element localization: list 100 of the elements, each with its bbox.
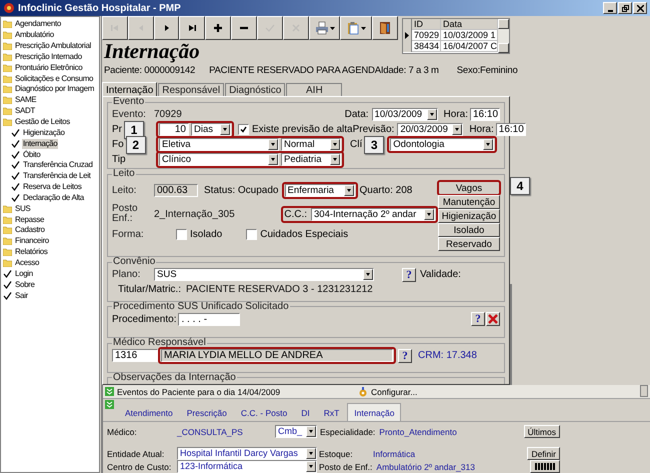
tree-item[interactable]: Relatórios [14,247,49,258]
column-header[interactable]: ID [412,19,441,30]
printer-icon [314,21,329,35]
paste-button[interactable] [340,16,372,40]
next-button[interactable] [154,16,180,40]
define-button[interactable]: Definir [527,447,560,460]
field-value: 70929 [154,109,182,120]
tree-item[interactable]: Transferência Cruzad [22,160,94,170]
bed-filter-button[interactable]: Isolado [438,223,500,238]
dropdown[interactable]: Cmb_ [275,425,317,438]
dropdown[interactable]: Odontologia [390,138,494,151]
exit-button[interactable] [372,16,398,40]
tree-item[interactable]: Higienização [22,128,66,138]
tab[interactable]: Internação [347,403,402,421]
help-button[interactable]: ? [402,268,416,282]
restore-button[interactable] [618,2,632,14]
help-button[interactable]: ? [471,312,485,326]
field-label: C.C.: [284,208,307,220]
dropdown[interactable]: Clínico [159,153,279,166]
tree-item[interactable]: SUS [14,204,32,214]
scroll-bar[interactable] [640,385,648,397]
minimize-button[interactable] [603,2,617,14]
dropdown[interactable]: Eletiva [159,138,279,151]
tree-item[interactable]: SAME [14,95,38,106]
tab[interactable]: DI [295,404,316,421]
dropdown[interactable]: 20/03/2009 [397,123,464,136]
tree-item[interactable]: Sobre [14,280,36,290]
tree-item[interactable]: Prescrição Internado [14,52,83,62]
tab[interactable]: Atendimento [119,404,179,421]
tree-item[interactable]: SADT [14,106,36,116]
text-field[interactable]: 16:10 [470,108,500,121]
scroll-bar[interactable] [498,19,509,53]
text-field[interactable]: 16:10 [496,123,526,136]
add-button[interactable] [205,16,232,40]
tab[interactable]: C.C. - Posto [234,404,294,421]
tab[interactable]: RxT [318,404,346,421]
field-label: Centro de Custo: [107,462,172,472]
tab[interactable]: Responsável [158,83,224,96]
dropdown[interactable]: 10/03/2009 [372,108,438,121]
dropdown[interactable]: SUS [154,268,374,282]
tab[interactable]: Internação [102,82,158,97]
window-title: Infoclinic Gestão Hospitalar - PMP [18,2,181,14]
tree-item[interactable]: Acesso [14,258,40,268]
clear-button[interactable] [486,312,500,326]
tree-item[interactable]: Diagnóstico por Imagem [14,84,96,94]
row-header-cell[interactable] [403,41,412,52]
tab[interactable]: Diagnóstico [225,83,286,96]
field-label: Titular/Matric.: [118,284,181,296]
text-field[interactable]: 1316 [112,349,158,362]
tree-item[interactable]: Ambulatório [14,30,55,40]
checkbox[interactable] [246,229,258,240]
dropdown[interactable]: 123-Informática [177,460,317,473]
bed-filter-button[interactable]: Higienização [438,209,500,224]
tab[interactable]: Prescrição [180,404,233,421]
field-label: Previsão: [352,124,394,135]
dropdown[interactable]: Normal [281,138,341,151]
dropdown[interactable]: Dias [191,123,231,136]
tree-item[interactable]: Solicitações e Consumo [14,74,94,84]
field-label: Data: [344,109,369,120]
print-button[interactable] [308,16,340,40]
tree-item[interactable]: Prescrição Ambulatorial [14,41,92,52]
remove-button[interactable] [231,16,257,40]
number-field[interactable]: 10 [159,123,189,136]
checkbox[interactable] [176,229,187,240]
tree-item[interactable]: Gestão de Leitos [14,117,71,128]
tree-item[interactable]: Transferência de Leit [22,171,92,182]
tree-item[interactable]: Declaração de Alta [22,192,85,203]
tree-item[interactable]: Prontuário Eletrônico [14,62,84,73]
tab[interactable]: AIH [286,83,342,96]
tree-item[interactable]: Reserva de Leitos [22,182,83,192]
tree-item[interactable]: Agendamento [14,19,62,30]
masked-field[interactable]: . . . . - [178,312,240,326]
barcode-button[interactable] [530,460,560,473]
last-button[interactable] [179,16,206,40]
tree-item[interactable]: Óbito [22,150,42,160]
close-button[interactable] [633,2,647,14]
bed-filter-button[interactable]: Reservado [438,237,500,252]
tree-item[interactable]: Cadastro [14,225,46,236]
checkbox-label: Cuidados Especiais [260,229,348,240]
restore-icon [622,4,628,12]
dropdown[interactable]: Enfermaria [284,184,354,197]
tree-item[interactable]: Internação [22,138,58,149]
tree-item[interactable]: Repasse [14,214,46,225]
tree-item[interactable]: Sair [14,290,29,301]
field-value: _CONSULTA_PS [177,426,244,436]
field-label: Pr [112,124,122,135]
recent-button[interactable]: Últimos [524,425,560,438]
tree-item[interactable]: Financeiro [14,236,50,246]
checkbox[interactable] [238,124,249,135]
field-label: Hora: [444,109,468,120]
dropdown[interactable]: Hospital Infantil Darcy Vargas [177,447,317,460]
bed-filter-button[interactable]: Manutenção [438,195,500,210]
tree-item[interactable]: Login [14,268,34,279]
field-label: Evento: [112,109,147,120]
bed-filter-button[interactable]: Vagos [438,181,500,196]
help-button[interactable]: ? [398,348,412,363]
configure-button[interactable]: Configurar... [358,386,418,396]
dropdown[interactable]: 304-Internação 2º andar [311,208,435,221]
group-title: Médico Responsável [112,338,207,348]
dropdown[interactable]: Pediatria [281,153,341,166]
